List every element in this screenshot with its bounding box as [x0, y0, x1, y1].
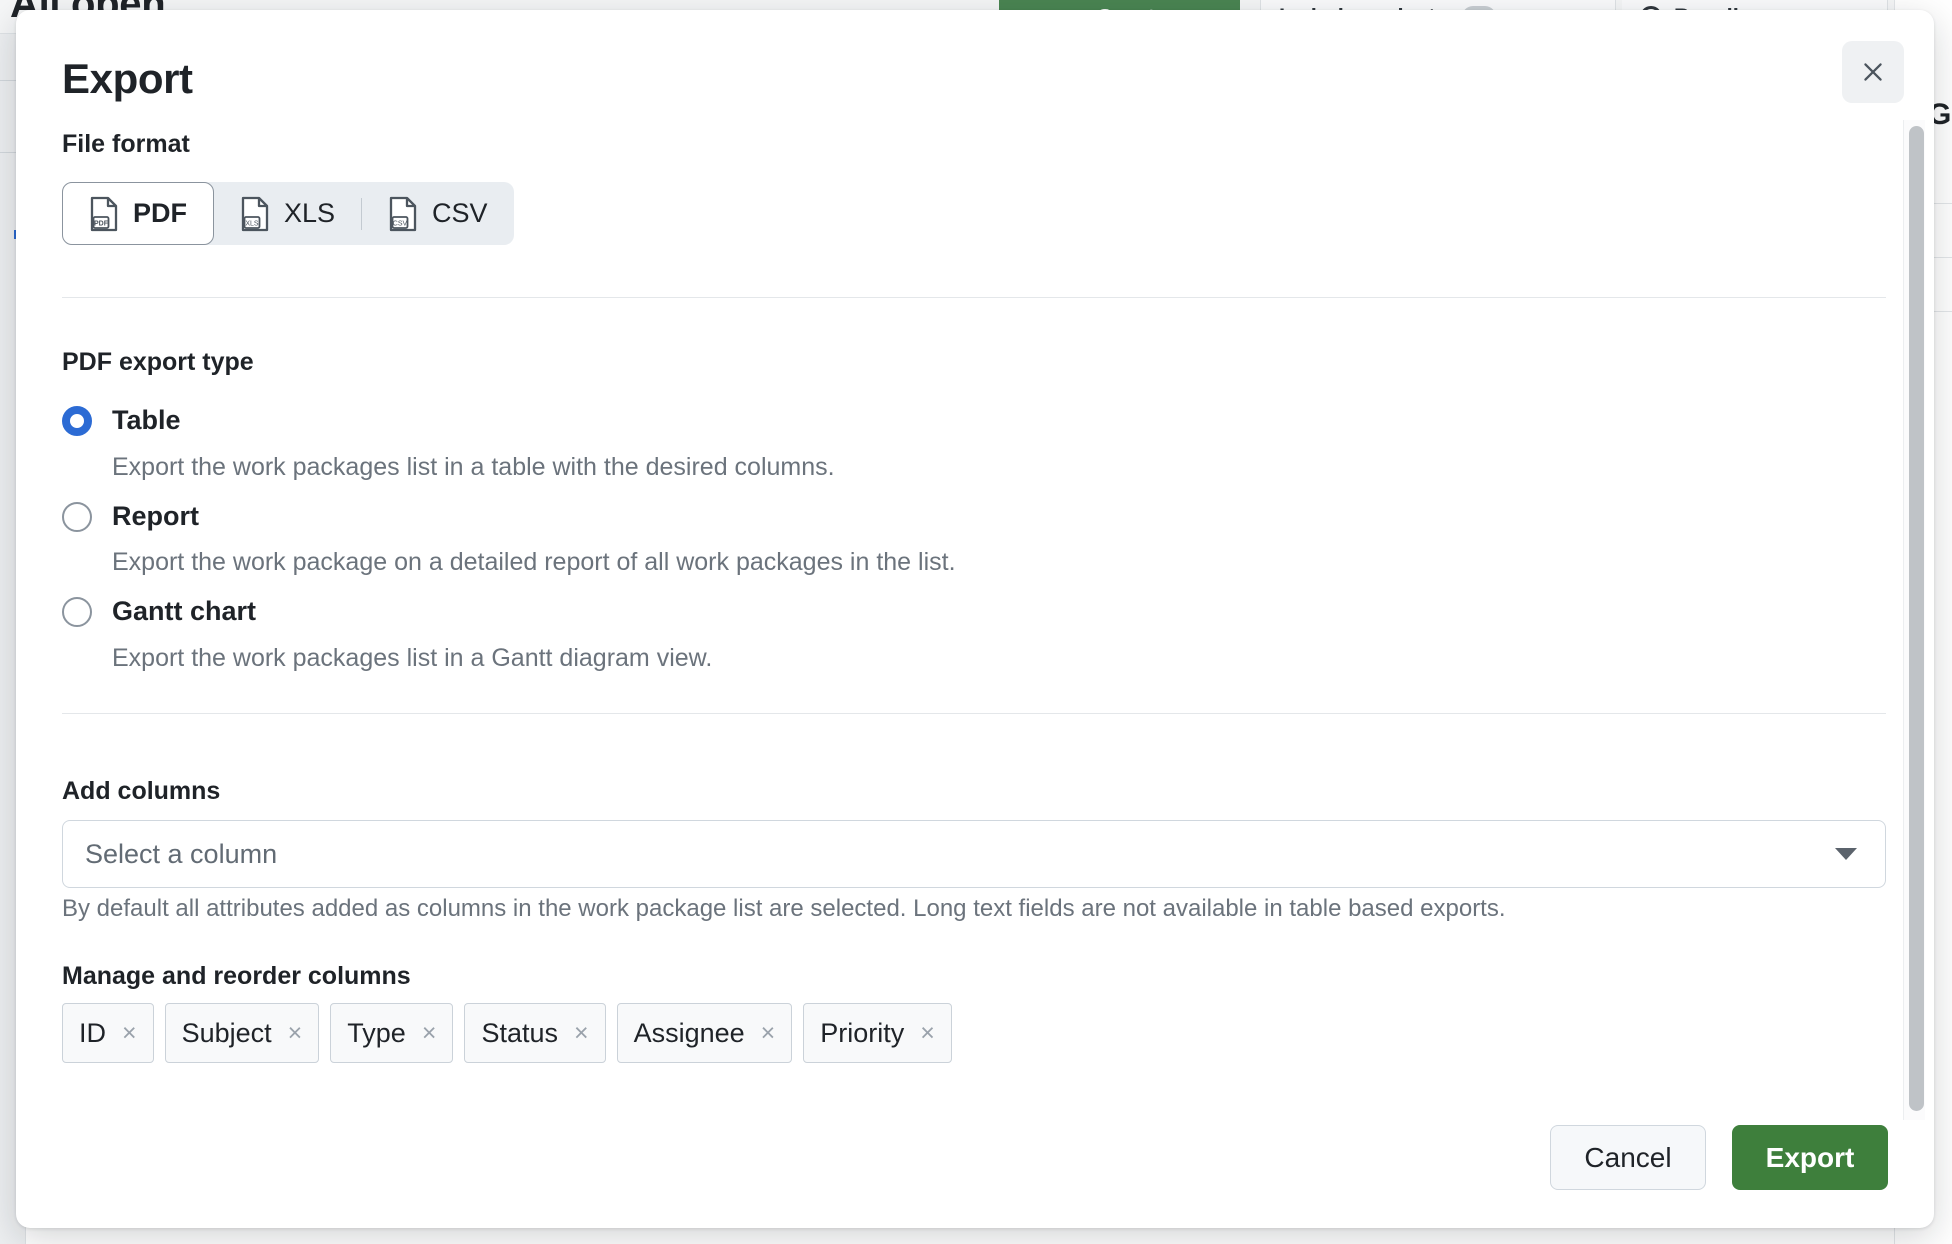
- file-format-segmented-control[interactable]: PDF PDF XLS XLS CSV: [62, 182, 514, 245]
- file-format-option-pdf[interactable]: PDF PDF: [62, 182, 214, 245]
- column-chip-id[interactable]: ID ×: [62, 1003, 154, 1063]
- close-icon[interactable]: ×: [288, 1021, 303, 1046]
- column-chip-label: Priority: [820, 1018, 904, 1049]
- file-format-option-xls-label: XLS: [284, 198, 335, 229]
- pdf-export-type-option-report[interactable]: Report: [62, 501, 199, 532]
- cancel-button[interactable]: Cancel: [1550, 1125, 1706, 1190]
- column-select[interactable]: Select a column: [62, 820, 1886, 888]
- add-columns-label: Add columns: [62, 777, 220, 806]
- svg-text:XLS: XLS: [245, 220, 259, 227]
- pdf-export-type-option-report-label: Report: [112, 501, 199, 532]
- file-format-option-xls[interactable]: XLS XLS: [214, 182, 361, 245]
- pdf-export-type-option-gantt-label: Gantt chart: [112, 596, 256, 627]
- svg-text:PDF: PDF: [94, 220, 109, 227]
- close-icon[interactable]: ×: [422, 1021, 437, 1046]
- manage-columns-chip-list: ID × Subject × Type × Status × Assignee …: [62, 1003, 952, 1063]
- file-xls-icon: XLS: [240, 196, 270, 232]
- radio-button-report[interactable]: [62, 502, 92, 532]
- export-dialog: Export File format PDF PDF: [16, 10, 1934, 1228]
- column-chip-label: ID: [79, 1018, 106, 1049]
- file-csv-icon: CSV: [388, 196, 418, 232]
- close-icon[interactable]: ×: [122, 1021, 137, 1046]
- dialog-scrollbar-thumb[interactable]: [1909, 126, 1924, 1111]
- section-divider: [62, 713, 1886, 714]
- pdf-export-type-option-table-label: Table: [112, 405, 181, 436]
- radio-button-gantt[interactable]: [62, 597, 92, 627]
- file-format-option-csv[interactable]: CSV CSV: [362, 182, 514, 245]
- column-select-placeholder: Select a column: [85, 839, 1835, 870]
- close-icon-glyph: [1860, 59, 1886, 85]
- pdf-export-type-option-table-description: Export the work packages list in a table…: [112, 453, 835, 482]
- column-chip-subject[interactable]: Subject ×: [165, 1003, 320, 1063]
- section-divider: [62, 297, 1886, 298]
- column-chip-label: Type: [347, 1018, 406, 1049]
- column-chip-label: Status: [481, 1018, 558, 1049]
- file-format-option-pdf-label: PDF: [133, 198, 187, 229]
- column-chip-label: Subject: [182, 1018, 272, 1049]
- pdf-export-type-option-gantt[interactable]: Gantt chart: [62, 596, 256, 627]
- chevron-down-icon: [1835, 848, 1857, 860]
- column-chip-assignee[interactable]: Assignee ×: [617, 1003, 793, 1063]
- pdf-export-type-option-gantt-description: Export the work packages list in a Gantt…: [112, 644, 712, 673]
- column-chip-priority[interactable]: Priority ×: [803, 1003, 952, 1063]
- export-button[interactable]: Export: [1732, 1125, 1888, 1190]
- add-columns-help-text: By default all attributes added as colum…: [62, 895, 1506, 923]
- file-format-label: File format: [62, 130, 190, 159]
- manage-columns-label: Manage and reorder columns: [62, 962, 411, 991]
- pdf-export-type-option-table[interactable]: Table: [62, 405, 181, 436]
- column-chip-type[interactable]: Type ×: [330, 1003, 453, 1063]
- close-icon[interactable]: ×: [920, 1021, 935, 1046]
- dialog-scrollbar[interactable]: [1903, 120, 1925, 1120]
- svg-text:CSV: CSV: [393, 220, 408, 227]
- export-dialog-body: Export File format PDF PDF: [16, 10, 1934, 1228]
- close-icon[interactable]: ×: [761, 1021, 776, 1046]
- column-chip-label: Assignee: [634, 1018, 745, 1049]
- pdf-export-type-option-report-description: Export the work package on a detailed re…: [112, 548, 956, 577]
- radio-button-table[interactable]: [62, 406, 92, 436]
- file-pdf-icon: PDF: [89, 196, 119, 232]
- pdf-export-type-label: PDF export type: [62, 348, 254, 377]
- close-icon[interactable]: [1842, 41, 1904, 103]
- dialog-title: Export: [62, 55, 193, 103]
- close-icon[interactable]: ×: [574, 1021, 589, 1046]
- column-chip-status[interactable]: Status ×: [464, 1003, 605, 1063]
- file-format-option-csv-label: CSV: [432, 198, 488, 229]
- dialog-footer: Cancel Export: [16, 1078, 1934, 1228]
